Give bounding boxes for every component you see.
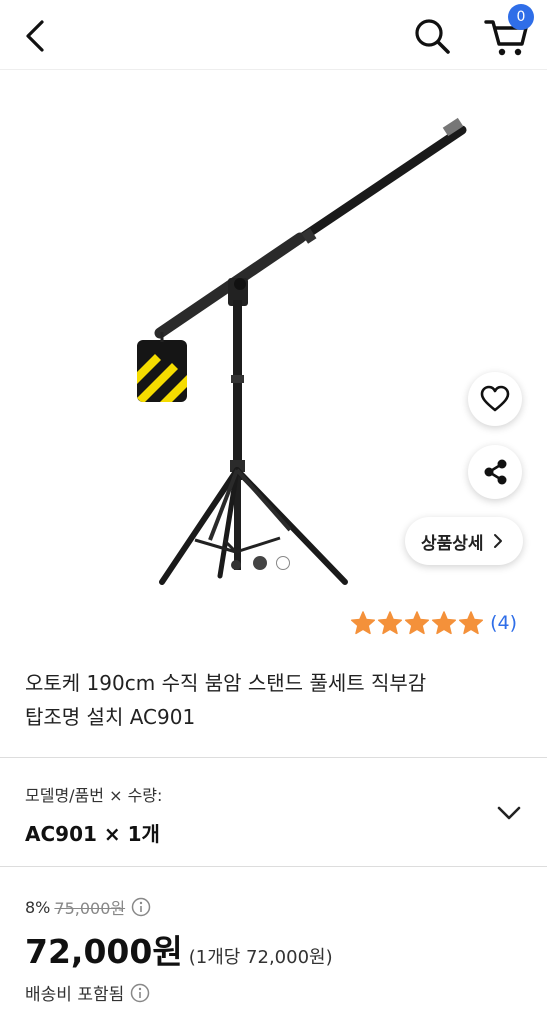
top-bar: 0	[0, 0, 547, 70]
info-icon[interactable]	[131, 897, 151, 917]
option-value: AC901 × 1개	[25, 822, 160, 846]
product-detail-button[interactable]: 상품상세	[405, 517, 523, 565]
product-title-line: 오토케 190cm 수직 붐암 스탠드 풀세트 직부감	[25, 671, 427, 695]
discount-row: 8% 75,000원	[25, 895, 525, 919]
discount-rate: 8%	[25, 897, 51, 917]
search-button[interactable]	[410, 14, 454, 58]
heart-icon	[480, 385, 510, 412]
chevron-down-icon	[497, 806, 521, 820]
cart-count-badge: 0	[508, 4, 534, 30]
option-selector[interactable]: 모델명/품번 × 수량: AC901 × 1개	[0, 758, 547, 866]
star-icon	[432, 611, 457, 635]
unit-price: (1개당 72,000원)	[188, 947, 333, 968]
chevron-right-icon	[493, 534, 502, 548]
gallery-dot-active[interactable]	[253, 556, 267, 570]
gallery-indicator	[253, 556, 290, 570]
search-icon	[415, 19, 450, 54]
back-button[interactable]	[16, 16, 56, 56]
sale-price: 72,000원	[25, 932, 183, 971]
price-row: 72,000원 (1개당 72,000원)	[25, 925, 333, 973]
original-price: 75,000원	[54, 899, 126, 918]
product-title: 오토케 190cm 수직 붐암 스탠드 풀세트 직부감 탑조명 설치 AC901	[25, 666, 505, 734]
share-button[interactable]	[468, 445, 522, 499]
star-icon	[405, 611, 430, 635]
option-label: 모델명/품번 × 수량:	[25, 786, 163, 805]
divider	[0, 866, 547, 867]
star-rating	[350, 610, 484, 636]
star-icon	[459, 611, 484, 635]
share-icon	[484, 459, 507, 485]
rating[interactable]: (4)	[350, 610, 517, 636]
info-icon[interactable]	[130, 983, 150, 1003]
shipping-text: 배송비 포함됨	[25, 985, 125, 1005]
back-arrow-icon	[26, 20, 44, 52]
star-icon	[378, 611, 403, 635]
gallery-dot[interactable]	[276, 556, 290, 570]
star-icon	[351, 611, 376, 635]
product-title-line: 탑조명 설치 AC901	[25, 705, 196, 729]
like-button[interactable]	[468, 372, 522, 426]
review-count[interactable]: (4)	[490, 612, 517, 634]
shipping-row: 배송비 포함됨	[25, 980, 150, 1005]
product-detail-label: 상품상세	[421, 533, 484, 554]
price-section: 8% 75,000원 72,000원 (1개당 72,000원) 배송비 포함됨	[25, 895, 525, 1006]
